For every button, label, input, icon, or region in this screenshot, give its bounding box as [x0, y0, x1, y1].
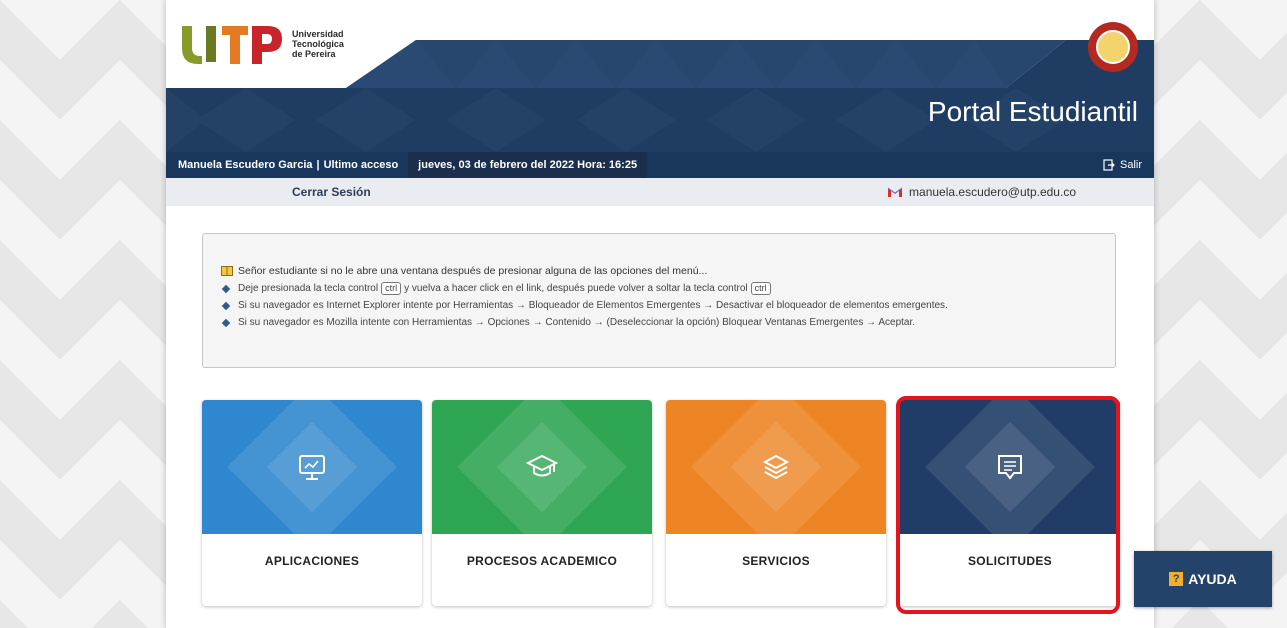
notice-heading: Señor estudiante si no le abre una venta…	[221, 265, 707, 277]
solicitudes-highlight	[896, 396, 1120, 614]
gmail-icon	[887, 187, 903, 197]
book-icon	[221, 266, 233, 276]
notice-heading-text: Señor estudiante si no le abre una venta…	[238, 265, 708, 277]
logo-line2: Tecnológica	[292, 39, 344, 49]
close-session-link[interactable]: Cerrar Sesión	[292, 185, 371, 199]
logo-line3: de Pereira	[292, 49, 336, 59]
last-access-date: jueves, 03 de febrero del 2022 Hora: 16:…	[408, 152, 648, 178]
logo-text: Universidad Tecnológica de Pereira	[292, 29, 344, 59]
help-label: AYUDA	[1188, 571, 1237, 587]
logo-line1: Universidad	[292, 29, 344, 39]
portal-page: Universidad Tecnológica de Pereira Porta…	[166, 0, 1154, 628]
card-servicios-label: SERVICIOS	[742, 554, 810, 568]
monitor-icon	[295, 450, 329, 484]
ctrl-key-2: ctrl	[750, 282, 771, 295]
seal-shield	[1096, 30, 1130, 64]
card-procesos-label: PROCESOS ACADEMICO	[466, 554, 618, 568]
card-procesos-banner	[432, 400, 652, 534]
help-button[interactable]: ? AYUDA	[1134, 551, 1272, 607]
email-link[interactable]: manuela.escudero@utp.edu.co	[887, 185, 1076, 199]
graduation-cap-icon	[525, 450, 559, 484]
separator: |	[316, 159, 320, 171]
notice-item-1-text-b: y vuelva a hacer click en el link, despu…	[404, 283, 748, 294]
session-bar: Cerrar Sesión manuela.escudero@utp.edu.c…	[166, 178, 1154, 206]
popup-notice: Señor estudiante si no le abre una venta…	[202, 233, 1116, 368]
card-aplicaciones[interactable]: APLICACIONES	[202, 400, 422, 606]
logout-button[interactable]: Salir	[1103, 159, 1142, 171]
notice-item-3: Si su navegador es Mozilla intente con H…	[221, 314, 948, 331]
layers-icon	[759, 450, 793, 484]
card-servicios[interactable]: SERVICIOS	[666, 400, 886, 606]
logout-icon	[1103, 159, 1115, 171]
notice-item-3-text: Si su navegador es Mozilla intente con H…	[238, 317, 916, 328]
notice-item-2: Si su navegador es Internet Explorer int…	[221, 297, 948, 314]
bullet-icon	[221, 318, 231, 327]
card-servicios-banner	[666, 400, 886, 534]
bullet-icon	[221, 301, 231, 310]
notice-item-1: Deje presionada la tecla control ctrl y …	[221, 280, 948, 297]
last-access-label: Ultimo acceso	[323, 159, 399, 171]
card-aplicaciones-banner	[202, 400, 422, 534]
ctrl-key: ctrl	[381, 282, 402, 295]
help-icon: ?	[1169, 572, 1184, 586]
card-procesos-academico[interactable]: PROCESOS ACADEMICO	[432, 400, 652, 606]
header-banner: Universidad Tecnológica de Pereira Porta…	[166, 0, 1154, 152]
user-name: Manuela Escudero Garcia	[178, 159, 313, 171]
portal-title: Portal Estudiantil	[927, 96, 1138, 127]
notice-list: Deje presionada la tecla control ctrl y …	[221, 280, 948, 331]
card-aplicaciones-label: APLICACIONES	[264, 554, 360, 568]
utp-logo[interactable]: Universidad Tecnológica de Pereira	[178, 22, 344, 66]
notice-item-2-text: Si su navegador es Internet Explorer int…	[238, 300, 948, 311]
utp-logo-icon	[182, 26, 282, 64]
bullet-icon	[221, 284, 231, 293]
logout-label: Salir	[1119, 159, 1142, 171]
user-bar: Manuela Escudero Garcia | Ultimo acceso …	[166, 152, 1154, 178]
colombia-seal-icon	[1088, 22, 1138, 72]
notice-item-1-text-a: Deje presionada la tecla control	[238, 283, 379, 294]
email-address: manuela.escudero@utp.edu.co	[909, 185, 1076, 199]
